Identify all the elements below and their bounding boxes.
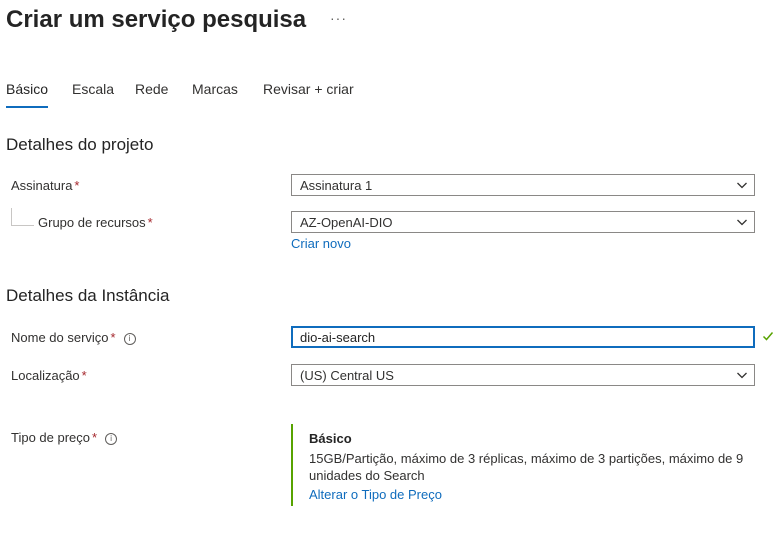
resource-group-label: Grupo de recursos * — [38, 215, 153, 230]
service-name-label: Nome do serviço * i — [11, 330, 136, 345]
tab-marcas[interactable]: Marcas — [192, 81, 238, 97]
page-title: Criar um serviço pesquisa — [6, 6, 307, 33]
resource-group-label-text: Grupo de recursos — [38, 215, 146, 230]
location-label: Localização * — [11, 368, 87, 383]
resource-group-select[interactable]: AZ-OpenAI-DIO — [291, 211, 755, 233]
info-icon[interactable]: i — [105, 432, 118, 445]
required-marker: * — [110, 330, 116, 345]
subscription-label-text: Assinatura — [11, 178, 73, 193]
instance-details-heading: Detalhes da Instância — [6, 286, 170, 305]
location-label-text: Localização — [11, 368, 80, 383]
subscription-value: Assinatura 1 — [300, 178, 373, 193]
subscription-label: Assinatura * — [11, 178, 79, 193]
tab-basico[interactable]: Básico — [6, 81, 48, 97]
pricing-tier-label-text: Tipo de preço — [11, 430, 91, 445]
service-name-label-text: Nome do serviço — [11, 330, 109, 345]
tab-revisar-criar[interactable]: Revisar + criar — [263, 81, 354, 97]
pricing-tier-label: Tipo de preço * i — [11, 430, 118, 445]
tab-escala[interactable]: Escala — [72, 81, 114, 97]
required-marker: * — [81, 368, 87, 383]
checkmark-icon — [762, 332, 774, 341]
project-details-heading: Detalhes do projeto — [6, 135, 154, 154]
required-marker: * — [74, 178, 80, 193]
resource-group-value: AZ-OpenAI-DIO — [300, 215, 393, 230]
pricing-tier-name: Básico — [309, 431, 352, 446]
chevron-down-icon — [737, 219, 747, 226]
chevron-down-icon — [737, 372, 747, 379]
chevron-down-icon — [737, 182, 747, 189]
more-options-button[interactable]: ··· — [330, 10, 347, 26]
tab-rede[interactable]: Rede — [135, 81, 168, 97]
tree-connector — [11, 208, 34, 226]
active-tab-indicator — [6, 106, 48, 108]
change-pricing-tier-link[interactable]: Alterar o Tipo de Preço — [309, 487, 442, 502]
info-icon[interactable]: i — [123, 332, 136, 345]
service-name-input[interactable] — [291, 326, 755, 348]
required-marker: * — [147, 215, 153, 230]
pricing-tier-description: 15GB/Partição, máximo de 3 réplicas, máx… — [309, 451, 744, 483]
required-marker: * — [92, 430, 98, 445]
location-value: (US) Central US — [300, 368, 394, 383]
create-new-resource-group-link[interactable]: Criar novo — [291, 236, 351, 251]
location-select[interactable]: (US) Central US — [291, 364, 755, 386]
subscription-select[interactable]: Assinatura 1 — [291, 174, 755, 196]
